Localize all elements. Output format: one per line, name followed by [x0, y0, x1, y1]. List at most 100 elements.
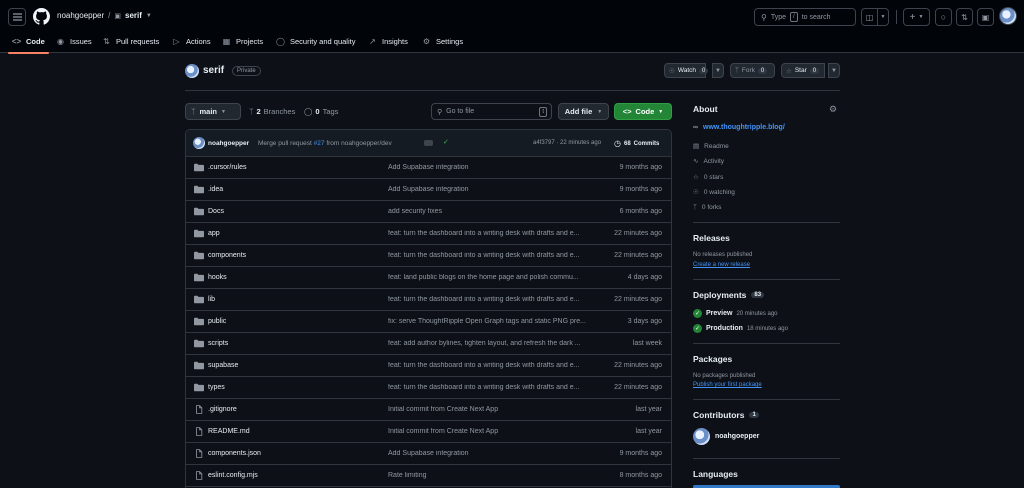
watching-link[interactable]: ☉ 0 watching: [693, 188, 735, 197]
website-link[interactable]: ∞ www.thoughtripple.blog/: [693, 124, 785, 131]
file-name[interactable]: hooks: [208, 274, 227, 281]
file-commit-message[interactable]: Rate limiting: [388, 472, 598, 479]
commits-link[interactable]: ◷ 68 Commits: [614, 139, 659, 148]
publish-package-link[interactable]: Publish your first package: [693, 382, 762, 388]
contributors-heading[interactable]: Contributors 1: [693, 410, 759, 420]
activity-link[interactable]: ∿ Activity: [693, 157, 724, 166]
code-button[interactable]: <> Code ▼: [614, 103, 672, 120]
file-name[interactable]: app: [208, 230, 220, 237]
file-commit-message[interactable]: feat: turn the dashboard into a writing …: [388, 230, 598, 237]
file-commit-message[interactable]: feat: add author bylines, tighten layout…: [388, 340, 598, 347]
deployment-production[interactable]: ✓ Production 18 minutes ago: [693, 324, 788, 333]
table-row[interactable]: components.json Add Supabase integration 9…: [186, 443, 671, 465]
branches-link[interactable]: ᛉ 2 Branches: [249, 107, 295, 116]
commit-message[interactable]: Merge pull request #27 from noahgoepper/…: [258, 140, 392, 147]
issues-button[interactable]: ○: [935, 8, 952, 26]
table-row[interactable]: components feat: turn the dashboard into …: [186, 245, 671, 267]
table-row[interactable]: README.md Initial commit from Create Next…: [186, 421, 671, 443]
tags-link[interactable]: ◯ 0 Tags: [304, 107, 338, 116]
file-name[interactable]: README.md: [208, 428, 250, 435]
pull-requests-button[interactable]: ⇅: [956, 8, 973, 26]
breadcrumb-owner[interactable]: noahgoepper: [57, 11, 104, 20]
file-name[interactable]: supabase: [208, 362, 238, 369]
contributor-item[interactable]: noahgoepper: [693, 428, 759, 445]
file-commit-message[interactable]: Initial commit from Create Next App: [388, 428, 598, 435]
file-name[interactable]: scripts: [208, 340, 228, 347]
tab-settings[interactable]: ⚙ Settings: [422, 30, 463, 53]
file-commit-message[interactable]: feat: turn the dashboard into a writing …: [388, 362, 598, 369]
file-name[interactable]: public: [208, 318, 226, 325]
file-commit-message[interactable]: Add Supabase integration: [388, 450, 598, 457]
file-name[interactable]: .gitignore: [208, 406, 237, 413]
file-name[interactable]: .idea: [208, 186, 223, 193]
file-name[interactable]: Docs: [208, 208, 224, 215]
commit-author[interactable]: noahgoepper: [208, 140, 249, 147]
watch-menu-button[interactable]: ▼: [712, 63, 724, 78]
chevron-down-icon[interactable]: ▼: [146, 13, 152, 19]
table-row[interactable]: scripts feat: add author bylines, tighten…: [186, 333, 671, 355]
table-row[interactable]: lib feat: turn the dashboard into a writi…: [186, 289, 671, 311]
commit-hash-time[interactable]: a4f3797 · 22 minutes ago: [533, 140, 601, 146]
watch-button[interactable]: ☉ Watch 0: [664, 63, 709, 78]
stars-link[interactable]: ☆ 0 stars: [693, 173, 723, 182]
copilot-button[interactable]: ◫: [861, 8, 878, 26]
tab-code[interactable]: <> Code: [8, 30, 49, 54]
table-row[interactable]: types feat: turn the dashboard into a wri…: [186, 377, 671, 399]
search-input[interactable]: ⚲ Type / to search: [754, 8, 856, 26]
file-commit-message[interactable]: feat: turn the dashboard into a writing …: [388, 384, 598, 391]
releases-heading[interactable]: Releases: [693, 233, 730, 243]
forks-link[interactable]: ᛉ 0 forks: [693, 204, 721, 211]
table-row[interactable]: .cursor/rules Add Supabase integration 9 m…: [186, 157, 671, 179]
tab-issues[interactable]: ◉ Issues: [56, 30, 92, 53]
inbox-button[interactable]: ▣: [977, 8, 994, 26]
table-row[interactable]: hooks feat: land public blogs on the home…: [186, 267, 671, 289]
file-commit-message[interactable]: feat: land public blogs on the home page…: [388, 274, 598, 281]
check-icon[interactable]: ✓: [443, 138, 449, 146]
table-row[interactable]: .idea Add Supabase integration 9 months ag…: [186, 179, 671, 201]
table-row[interactable]: public fix: serve ThoughtRipple Open Grap…: [186, 311, 671, 333]
file-commit-message[interactable]: Initial commit from Create Next App: [388, 406, 598, 413]
file-commit-message[interactable]: feat: turn the dashboard into a writing …: [388, 252, 598, 259]
table-row[interactable]: Docs add security fixes 6 months ago: [186, 201, 671, 223]
avatar[interactable]: [193, 137, 205, 149]
star-button[interactable]: ☆ Star 0: [781, 63, 825, 78]
expand-commit-button[interactable]: [424, 140, 433, 146]
create-new-button[interactable]: + ▼: [903, 8, 930, 26]
copilot-menu-button[interactable]: ▼: [877, 8, 889, 26]
add-file-button[interactable]: Add file ▼: [558, 103, 609, 120]
user-avatar[interactable]: [999, 7, 1017, 25]
menu-button[interactable]: [8, 8, 26, 26]
file-name[interactable]: components: [208, 252, 246, 259]
branch-selector[interactable]: ᛉ main ▼: [185, 103, 241, 120]
deployment-preview[interactable]: ✓ Preview 20 minutes ago: [693, 309, 778, 318]
table-row[interactable]: supabase feat: turn the dashboard into a …: [186, 355, 671, 377]
file-name[interactable]: eslint.config.mjs: [208, 472, 258, 479]
file-commit-message[interactable]: Add Supabase integration: [388, 186, 598, 193]
tab-insights[interactable]: ↗ Insights: [368, 30, 408, 53]
packages-heading[interactable]: Packages: [693, 354, 732, 364]
tab-security[interactable]: ◯ Security and quality: [276, 30, 355, 53]
gear-icon[interactable]: ⚙: [829, 104, 837, 115]
repo-name[interactable]: serif: [203, 65, 224, 76]
readme-link[interactable]: ▤ Readme: [693, 142, 729, 151]
tab-projects[interactable]: ▦ Projects: [222, 30, 263, 53]
file-commit-message[interactable]: fix: serve ThoughtRipple Open Graph tags…: [388, 318, 598, 325]
table-row[interactable]: .gitignore Initial commit from Create Nex…: [186, 399, 671, 421]
file-name[interactable]: types: [208, 384, 225, 391]
file-name[interactable]: components.json: [208, 450, 261, 457]
breadcrumb-repo[interactable]: serif: [125, 11, 142, 20]
file-commit-message[interactable]: feat: turn the dashboard into a writing …: [388, 296, 598, 303]
file-commit-message[interactable]: Add Supabase integration: [388, 164, 598, 171]
go-to-file-input[interactable]: ⚲ Go to file t: [431, 103, 552, 120]
star-menu-button[interactable]: ▼: [828, 63, 840, 78]
fork-button[interactable]: ᛉ Fork 0: [730, 63, 775, 78]
file-name[interactable]: .cursor/rules: [208, 164, 247, 171]
table-row[interactable]: eslint.config.mjs Rate limiting 8 months a…: [186, 465, 671, 487]
deployments-heading[interactable]: Deployments 83: [693, 290, 765, 300]
tab-pull-requests[interactable]: ⇅ Pull requests: [102, 30, 159, 53]
create-release-link[interactable]: Create a new release: [693, 262, 750, 268]
tab-actions[interactable]: ▷ Actions: [172, 30, 210, 53]
file-commit-message[interactable]: add security fixes: [388, 208, 598, 215]
file-name[interactable]: lib: [208, 296, 215, 303]
pull-request-link[interactable]: #27: [314, 140, 325, 147]
